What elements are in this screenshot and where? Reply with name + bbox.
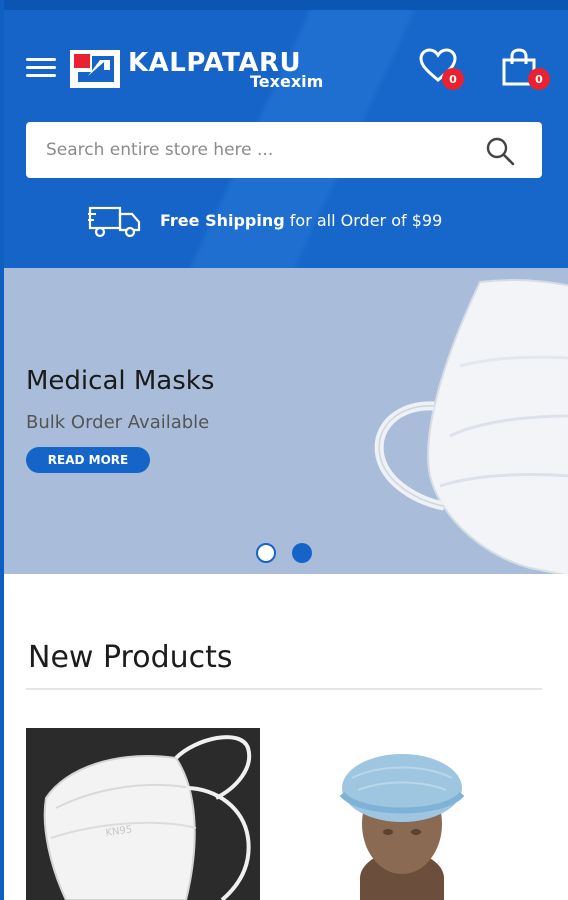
logo-mark-icon <box>70 50 120 88</box>
new-products-heading: New Products <box>28 640 233 675</box>
wishlist-button[interactable]: 0 <box>418 48 464 92</box>
section-divider <box>26 688 542 690</box>
truck-icon <box>88 206 141 238</box>
wishlist-count-badge: 0 <box>442 68 464 90</box>
face-mask-banner-image <box>374 279 568 574</box>
search-icon[interactable] <box>484 136 516 166</box>
logo-subname: Texexim <box>250 72 324 91</box>
shipping-notice: Free Shipping for all Order of $99 <box>88 204 508 240</box>
cart-count-badge: 0 <box>528 68 550 90</box>
hero-title: Medical Masks <box>26 366 215 396</box>
hair-net-cap-product-image <box>300 728 534 900</box>
hamburger-menu-icon[interactable] <box>26 58 56 78</box>
shipping-text: Free Shipping for all Order of $99 <box>160 211 442 230</box>
hero-subtitle: Bulk Order Available <box>26 412 210 433</box>
search-bar <box>26 122 542 178</box>
product-card-face-mask[interactable]: KN95 <box>26 728 260 900</box>
face-mask-product-image: KN95 <box>26 728 260 900</box>
header-top-bar <box>0 0 568 10</box>
slider-dot-2-active[interactable] <box>292 543 312 563</box>
shipping-text-bold: Free Shipping <box>160 211 285 230</box>
search-input[interactable] <box>46 122 466 178</box>
site-header: KALPATARU Texexim 0 0 Free Shippin <box>0 0 568 268</box>
slider-dot-1[interactable] <box>256 543 276 563</box>
shipping-text-rest: for all Order of $99 <box>284 211 443 230</box>
site-logo[interactable]: KALPATARU Texexim <box>70 46 350 94</box>
cart-button[interactable]: 0 <box>500 48 550 92</box>
product-card-hair-net-cap[interactable] <box>300 728 534 900</box>
window-left-edge <box>0 0 4 900</box>
hero-banner[interactable]: Medical Masks Bulk Order Available READ … <box>4 268 568 574</box>
read-more-button[interactable]: READ MORE <box>26 447 150 473</box>
